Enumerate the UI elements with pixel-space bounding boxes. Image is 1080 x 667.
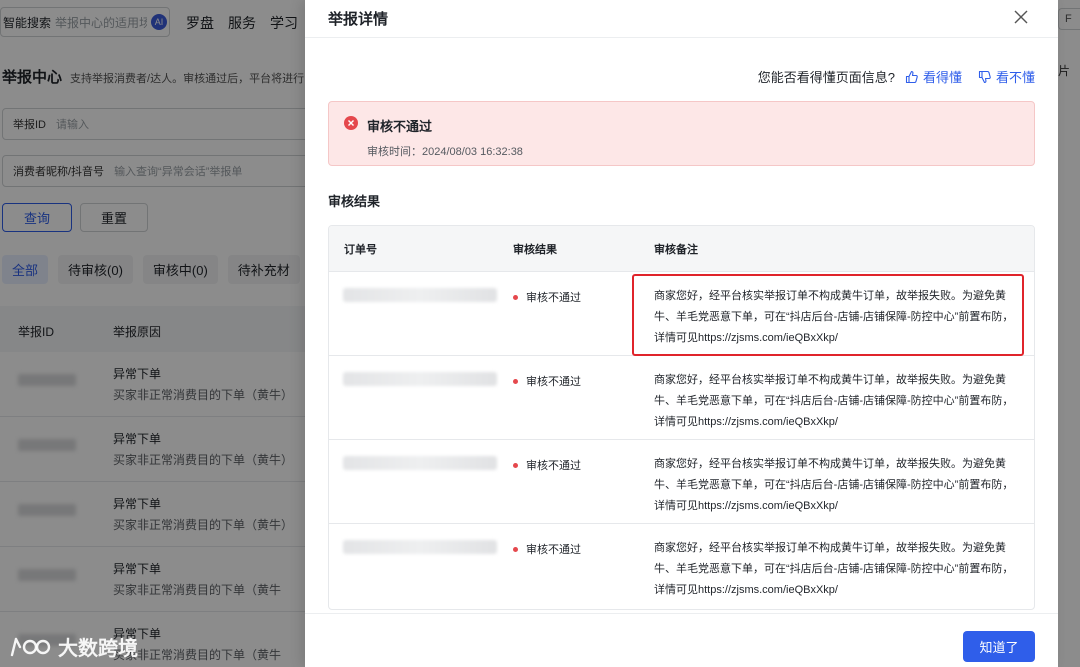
review-result: 审核不通过 xyxy=(513,289,581,305)
not-understand-label: 看不懂 xyxy=(995,70,1035,85)
review-result: 审核不通过 xyxy=(513,373,581,389)
drawer-title: 举报详情 xyxy=(328,11,389,28)
blurred-order-no xyxy=(343,540,497,554)
table-header: 订单号 审核结果 审核备注 xyxy=(329,226,1034,271)
column-order-no: 订单号 xyxy=(344,244,377,256)
feedback-question: 您能否看得懂页面信息? xyxy=(757,70,895,85)
watermark-logo xyxy=(10,637,51,656)
watermark-text: 大数跨境 xyxy=(58,638,138,660)
drawer-footer: 知道了 xyxy=(305,613,1058,667)
review-result-text: 审核不通过 xyxy=(526,544,581,556)
status-dot-icon xyxy=(513,378,518,384)
table-row: 审核不通过 商家您好，经平台核实举报订单不构成黄牛订单，故举报失败。为避免黄牛、… xyxy=(329,355,1034,439)
blurred-order-no xyxy=(343,372,497,386)
understand-label: 看得懂 xyxy=(922,70,962,85)
column-review-result: 审核结果 xyxy=(513,244,557,256)
blurred-order-no xyxy=(343,456,497,470)
thumbs-down-icon xyxy=(978,70,991,83)
review-result: 审核不通过 xyxy=(513,457,581,473)
status-dot-icon xyxy=(513,294,518,300)
review-result-text: 审核不通过 xyxy=(526,376,581,388)
review-status: 审核不通过 xyxy=(367,119,433,134)
understand-button[interactable]: 看得懂 xyxy=(905,67,962,86)
error-circle-icon xyxy=(344,116,358,130)
thumbs-up-icon xyxy=(905,70,918,83)
table-row: 审核不通过 商家您好，经平台核实举报订单不构成黄牛订单，故举报失败。为避免黄牛、… xyxy=(329,523,1034,607)
review-result-text: 审核不通过 xyxy=(526,292,581,304)
status-dot-icon xyxy=(513,462,518,468)
table-row: 审核不通过 商家您好，经平台核实举报订单不构成黄牛订单，故举报失败。为避免黄牛、… xyxy=(329,439,1034,523)
not-understand-button[interactable]: 看不懂 xyxy=(978,67,1035,86)
section-title: 审核结果 xyxy=(328,194,381,209)
highlight-annotation xyxy=(632,274,1024,356)
understand-feedback: 您能否看得懂页面信息? 看得懂 看不懂 xyxy=(758,67,1035,86)
column-review-remark: 审核备注 xyxy=(654,244,698,256)
status-dot-icon xyxy=(513,546,518,552)
review-remark: 商家您好，经平台核实举报订单不构成黄牛订单，故举报失败。为避免黄牛、羊毛党恶意下… xyxy=(654,542,1014,596)
review-remark: 商家您好，经平台核实举报订单不构成黄牛订单，故举报失败。为避免黄牛、羊毛党恶意下… xyxy=(654,458,1014,512)
drawer-header: 举报详情 xyxy=(305,0,1058,38)
watermark: 大数跨境 xyxy=(8,632,138,661)
review-result: 审核不通过 xyxy=(513,541,581,557)
review-status-alert: 审核不通过 审核时间：2024/08/03 16:32:38 xyxy=(328,101,1035,166)
blurred-order-no xyxy=(343,288,497,302)
report-detail-drawer: 举报详情 您能否看得懂页面信息? 看得懂 看不懂 审核不通过 审核时间：2024… xyxy=(305,0,1058,667)
review-remark: 商家您好，经平台核实举报订单不构成黄牛订单，故举报失败。为避免黄牛、羊毛党恶意下… xyxy=(654,374,1014,428)
acknowledge-button[interactable]: 知道了 xyxy=(963,631,1035,662)
review-result-text: 审核不通过 xyxy=(526,460,581,472)
close-icon[interactable] xyxy=(1012,8,1030,26)
review-time: 审核时间：2024/08/03 16:32:38 xyxy=(367,146,523,158)
